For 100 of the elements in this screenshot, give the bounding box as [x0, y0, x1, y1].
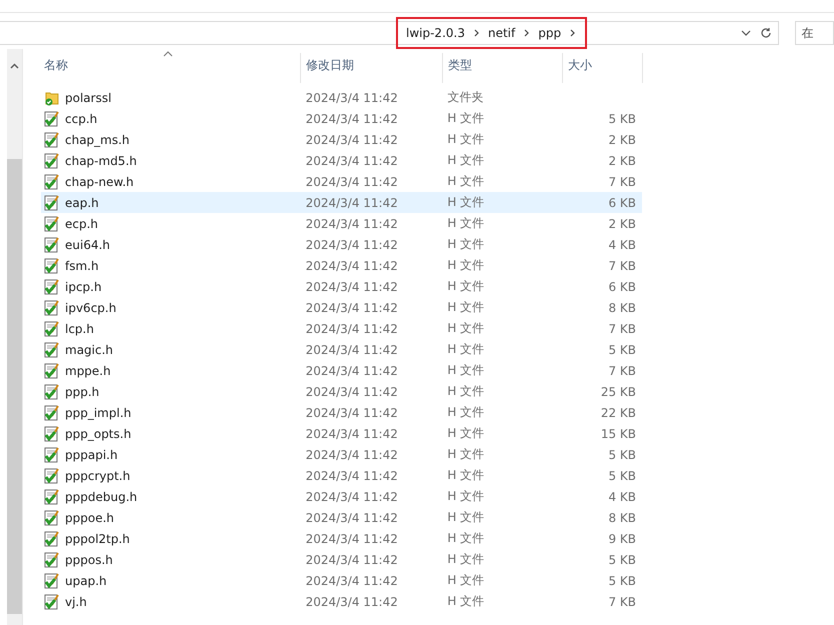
date-cell: 2024/3/4 11:42	[306, 258, 398, 272]
size-cell: 8 KB	[608, 510, 636, 524]
type-cell: H 文件	[447, 362, 484, 379]
text-file-icon	[44, 132, 60, 148]
file-name[interactable]: ppp_impl.h	[65, 406, 132, 420]
refresh-icon[interactable]	[760, 26, 772, 38]
column-header[interactable]: 修改日期	[301, 53, 443, 83]
file-name[interactable]: ppp_opts.h	[65, 426, 132, 440]
file-row-highlight[interactable]: eap.h 2024/3/4 11:42 H 文件 6 KB	[41, 192, 642, 213]
text-file-icon	[44, 552, 60, 568]
size-cell: 4 KB	[608, 490, 636, 504]
type-cell: H 文件	[447, 194, 484, 211]
breadcrumb-item[interactable]: netif	[488, 26, 516, 40]
date-cell: 2024/3/4 11:42	[306, 384, 398, 398]
type-cell: H 文件	[447, 320, 484, 337]
file-name[interactable]: fsm.h	[65, 258, 99, 272]
file-name[interactable]: ccp.h	[65, 112, 98, 126]
file-name[interactable]: upap.h	[65, 574, 107, 588]
folder-icon	[44, 90, 60, 106]
file-name[interactable]: ipcp.h	[65, 280, 102, 294]
file-name[interactable]: lcp.h	[65, 322, 94, 336]
file-name[interactable]: vj.h	[65, 594, 87, 608]
text-file-icon	[44, 488, 60, 504]
date-cell: 2024/3/4 11:42	[306, 426, 398, 440]
file-name[interactable]: ppp.h	[65, 384, 100, 398]
text-file-icon	[44, 594, 60, 610]
file-name[interactable]: pppoe.h	[65, 510, 114, 524]
column-header[interactable]: 名称	[41, 53, 301, 83]
type-cell: 文件夹	[447, 89, 484, 106]
column-header[interactable]: 类型	[443, 53, 563, 83]
type-cell: H 文件	[447, 215, 484, 232]
size-cell: 7 KB	[608, 364, 636, 378]
size-cell: 4 KB	[608, 238, 636, 252]
file-name[interactable]: pppcrypt.h	[65, 468, 130, 482]
file-name[interactable]: pppol2tp.h	[65, 532, 130, 546]
scrollbar-thumb[interactable]	[7, 159, 22, 614]
file-name[interactable]: magic.h	[65, 342, 114, 356]
type-cell: H 文件	[447, 341, 484, 358]
text-file-icon	[44, 446, 60, 462]
text-file-icon	[44, 362, 60, 378]
file-name[interactable]: polarssl	[65, 90, 112, 104]
column-header[interactable]: 大小	[563, 53, 643, 83]
size-cell: 2 KB	[608, 132, 636, 146]
type-cell: H 文件	[447, 446, 484, 463]
file-name[interactable]: pppos.h	[65, 552, 113, 566]
type-cell: H 文件	[447, 131, 484, 148]
type-cell: H 文件	[447, 173, 484, 190]
date-cell: 2024/3/4 11:42	[306, 154, 398, 168]
date-cell: 2024/3/4 11:42	[306, 174, 398, 188]
file-name[interactable]: mppe.h	[65, 364, 111, 378]
file-name[interactable]: ipv6cp.h	[65, 300, 116, 314]
file-name[interactable]: chap-md5.h	[65, 154, 137, 168]
type-cell: H 文件	[447, 467, 484, 484]
size-cell: 22 KB	[600, 406, 636, 420]
size-cell: 7 KB	[608, 174, 636, 188]
file-name[interactable]: ecp.h	[65, 216, 98, 230]
file-name[interactable]: eui64.h	[65, 238, 110, 252]
size-cell: 5 KB	[608, 342, 636, 356]
type-cell: H 文件	[447, 152, 484, 169]
size-cell: 7 KB	[608, 322, 636, 336]
chevron-right-icon	[474, 28, 479, 36]
date-cell: 2024/3/4 11:42	[306, 468, 398, 482]
file-name[interactable]: chap-new.h	[65, 174, 134, 188]
date-cell: 2024/3/4 11:42	[306, 510, 398, 524]
type-cell: H 文件	[447, 530, 484, 547]
chevron-down-icon[interactable]	[740, 30, 751, 36]
date-cell: 2024/3/4 11:42	[306, 90, 398, 104]
date-cell: 2024/3/4 11:42	[306, 216, 398, 230]
type-cell: H 文件	[447, 425, 484, 442]
search-placeholder: 在	[802, 26, 814, 40]
type-cell: H 文件	[447, 404, 484, 421]
date-cell: 2024/3/4 11:42	[306, 300, 398, 314]
date-cell: 2024/3/4 11:42	[306, 132, 398, 146]
date-cell: 2024/3/4 11:42	[306, 238, 398, 252]
scroll-up-icon[interactable]	[10, 63, 19, 69]
size-cell: 15 KB	[600, 426, 636, 440]
text-file-icon	[44, 194, 60, 210]
size-cell: 7 KB	[608, 258, 636, 272]
file-name[interactable]: chap_ms.h	[65, 132, 130, 146]
size-cell: 8 KB	[608, 300, 636, 314]
text-file-icon	[44, 530, 60, 546]
file-name[interactable]: pppapi.h	[65, 448, 118, 462]
size-cell: 5 KB	[608, 468, 636, 482]
file-name[interactable]: pppdebug.h	[65, 490, 138, 504]
date-cell: 2024/3/4 11:42	[306, 406, 398, 420]
type-cell: H 文件	[447, 551, 484, 568]
search-field[interactable]: 在	[794, 20, 834, 44]
text-file-icon	[44, 426, 60, 442]
file-name[interactable]: eap.h	[65, 196, 99, 210]
date-cell: 2024/3/4 11:42	[306, 322, 398, 336]
date-cell: 2024/3/4 11:42	[306, 112, 398, 126]
breadcrumb-item[interactable]: ppp	[538, 26, 562, 40]
size-cell: 9 KB	[608, 532, 636, 546]
date-cell: 2024/3/4 11:42	[306, 552, 398, 566]
breadcrumb-item[interactable]: lwip-2.0.3	[406, 26, 465, 40]
size-cell: 2 KB	[608, 216, 636, 230]
size-cell: 5 KB	[608, 574, 636, 588]
type-cell: H 文件	[447, 257, 484, 274]
text-file-icon	[44, 258, 60, 274]
type-cell: H 文件	[447, 593, 484, 610]
